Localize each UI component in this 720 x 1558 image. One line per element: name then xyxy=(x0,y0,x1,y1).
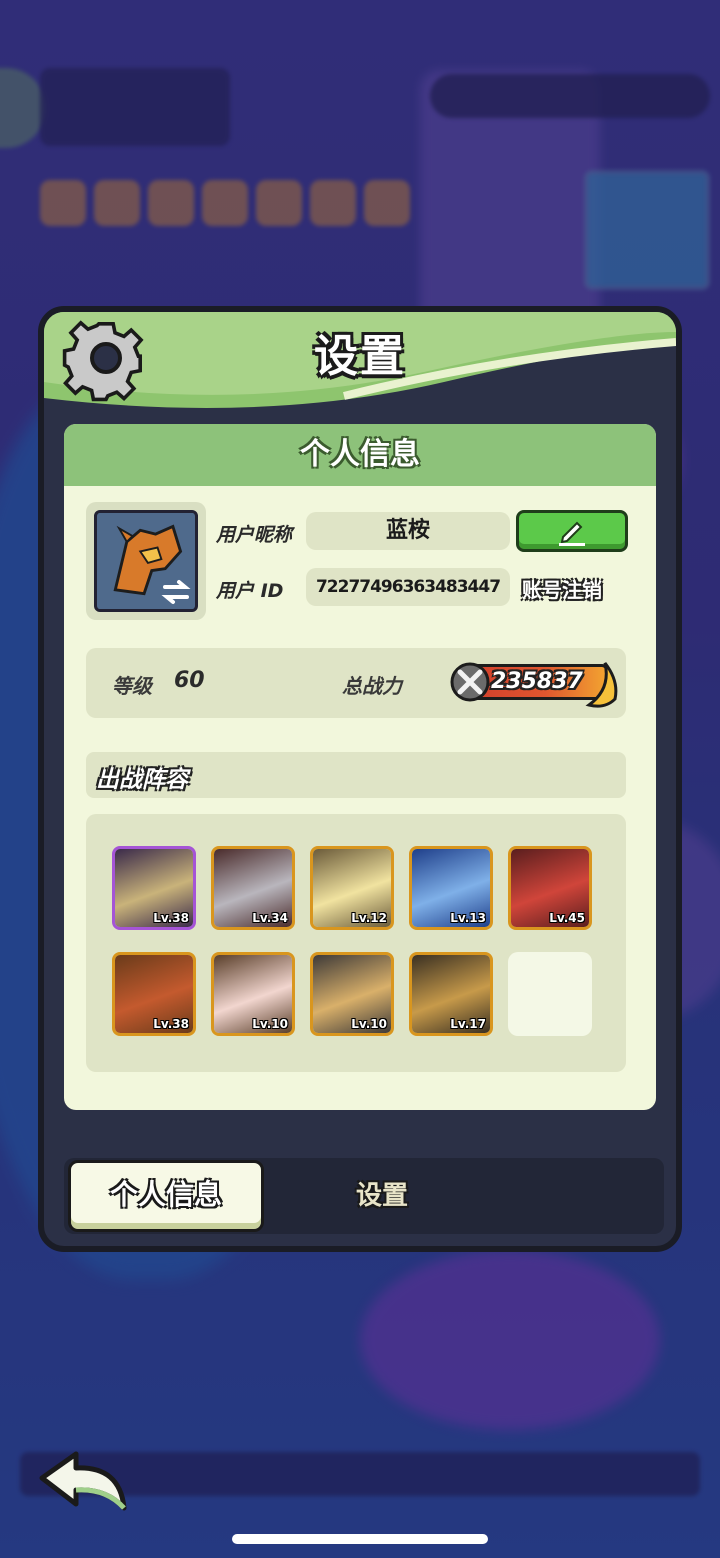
userid-field: 72277496363483447 xyxy=(306,568,510,606)
hero-card[interactable]: Lv.38 xyxy=(112,846,196,930)
hero-card[interactable]: Lv.12 xyxy=(310,846,394,930)
hero-card[interactable]: Lv.45 xyxy=(508,846,592,930)
empty-hero-slot[interactable] xyxy=(508,952,592,1036)
section-title: 个人信息 xyxy=(64,424,656,486)
hero-card[interactable]: Lv.17 xyxy=(409,952,493,1036)
home-indicator[interactable] xyxy=(232,1534,488,1544)
page-title: 设置 xyxy=(314,331,406,382)
edit-nickname-button[interactable] xyxy=(516,510,628,552)
flare-icon xyxy=(585,662,618,708)
hero-card[interactable]: Lv.10 xyxy=(211,952,295,1036)
hero-level: Lv.34 xyxy=(252,911,288,925)
nickname-label: 用户昵称 xyxy=(216,524,293,546)
tab-profile[interactable]: 个人信息 xyxy=(68,1160,264,1232)
hero-level: Lv.10 xyxy=(252,1017,288,1031)
panel-header: 设置 xyxy=(44,312,676,408)
power-badge: 235837 xyxy=(450,662,618,708)
hero-card[interactable]: Lv.13 xyxy=(409,846,493,930)
tab-settings[interactable]: 设置 xyxy=(284,1160,480,1232)
avatar xyxy=(94,510,198,612)
power-value: 235837 xyxy=(491,669,583,694)
userid-label: 用户 ID xyxy=(216,580,284,602)
hero-level: Lv.45 xyxy=(549,911,585,925)
hero-level: Lv.10 xyxy=(351,1017,387,1031)
lineup-grid: Lv.38 Lv.34 Lv.12 Lv.13 Lv.45 Lv.38 Lv.10 Lv.10… xyxy=(86,814,626,1072)
power-label: 总战力 xyxy=(342,674,402,698)
stats-bar: 等级 60 总战力 235837 xyxy=(86,648,626,718)
tab-bar: 个人信息 设置 xyxy=(64,1158,664,1234)
settings-panel: 设置 个人信息 用户昵称 蓝桉 用户 ID 72277496363483447 … xyxy=(38,306,682,1252)
swap-icon xyxy=(161,580,191,604)
pencil-icon xyxy=(559,521,585,546)
hero-card[interactable]: Lv.38 xyxy=(112,952,196,1036)
lineup-title: 出战阵容 xyxy=(96,767,188,793)
hero-level: Lv.38 xyxy=(153,911,189,925)
level-value: 60 xyxy=(174,668,205,693)
back-arrow-icon[interactable] xyxy=(36,1448,132,1518)
lineup-header: 出战阵容 xyxy=(86,752,626,798)
avatar-button[interactable] xyxy=(86,502,206,620)
crossed-swords-icon xyxy=(450,662,490,702)
hero-level: Lv.17 xyxy=(450,1017,486,1031)
hero-card[interactable]: Lv.10 xyxy=(310,952,394,1036)
delete-account-link[interactable]: 账号注销 xyxy=(522,574,602,603)
level-label: 等级 xyxy=(112,674,152,698)
hero-level: Lv.13 xyxy=(450,911,486,925)
profile-card: 个人信息 用户昵称 蓝桉 用户 ID 72277496363483447 账号注… xyxy=(64,424,656,1110)
hero-level: Lv.38 xyxy=(153,1017,189,1031)
hero-card[interactable]: Lv.34 xyxy=(211,846,295,930)
hero-level: Lv.12 xyxy=(351,911,387,925)
nickname-field: 蓝桉 xyxy=(306,512,510,550)
